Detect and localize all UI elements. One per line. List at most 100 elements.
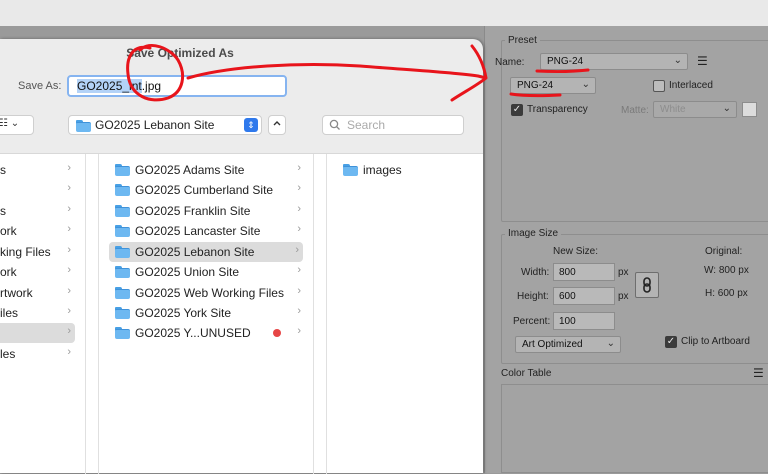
folder-row[interactable]: GO2025 Lancaster Site › bbox=[109, 221, 307, 241]
chevron-right-icon: › bbox=[67, 305, 71, 317]
transparency-checkbox[interactable]: ✓ bbox=[511, 104, 523, 116]
new-size-label: New Size: bbox=[553, 246, 599, 257]
chevron-down-icon: ⌄ bbox=[722, 103, 731, 114]
transparency-label: Transparency bbox=[527, 104, 588, 115]
preset-name-select[interactable]: PNG-24 ⌄ bbox=[540, 53, 688, 70]
color-table-title: Color Table bbox=[501, 368, 552, 379]
collapse-button[interactable] bbox=[268, 115, 286, 135]
chevron-down-icon: ⌄ bbox=[581, 79, 590, 90]
list-item[interactable]: les › bbox=[0, 344, 85, 364]
percent-input[interactable]: 100 bbox=[553, 312, 615, 330]
folder-row[interactable]: GO2025 Web Working Files › bbox=[109, 283, 307, 303]
width-unit: px bbox=[618, 267, 629, 278]
percent-label: Percent: bbox=[513, 316, 551, 327]
filename-selected-text: GO2025_int bbox=[77, 79, 142, 93]
list-item[interactable]: ork › bbox=[0, 262, 85, 282]
preset-title: Preset bbox=[505, 35, 540, 46]
save-for-web-panel: Preset Name: PNG-24 ⌄ ☰ PNG-24 ⌄ Interla… bbox=[484, 26, 768, 473]
filename-extension: .jpg bbox=[141, 79, 162, 93]
folder-icon bbox=[343, 164, 358, 176]
original-height: H: 600 px bbox=[705, 288, 748, 299]
folder-icon bbox=[115, 184, 130, 196]
clip-to-artboard-checkbox[interactable]: ✓ bbox=[665, 336, 677, 348]
folder-row[interactable]: images bbox=[337, 160, 477, 180]
chevron-right-icon: › bbox=[297, 305, 301, 317]
chevron-right-icon: › bbox=[297, 285, 301, 297]
list-item[interactable]: › bbox=[0, 323, 75, 343]
matte-value: White bbox=[660, 104, 686, 115]
list-item[interactable]: s › bbox=[0, 160, 85, 180]
chevron-right-icon: › bbox=[297, 182, 301, 194]
file-format-value: PNG-24 bbox=[517, 80, 554, 91]
chevron-down-icon: ⌄ bbox=[606, 338, 615, 349]
height-unit: px bbox=[618, 291, 629, 302]
link-dimensions-button[interactable] bbox=[635, 272, 659, 298]
preset-name-value: PNG-24 bbox=[547, 56, 584, 67]
chevron-right-icon: › bbox=[67, 346, 71, 358]
list-item[interactable]: ork › bbox=[0, 221, 85, 241]
folder-icon bbox=[76, 120, 91, 132]
filename-input[interactable]: GO2025_int.jpg bbox=[67, 75, 287, 97]
folder-row[interactable]: GO2025 Adams Site › bbox=[109, 160, 307, 180]
folder-row[interactable]: GO2025 Y...UNUSED › bbox=[109, 323, 307, 343]
chevron-right-icon: › bbox=[67, 244, 71, 256]
color-table-area bbox=[501, 384, 768, 473]
sidebar-column: s › › s › ork › king Files › ork › rtwork › il… bbox=[0, 154, 86, 474]
chevron-right-icon: › bbox=[297, 162, 301, 174]
resample-select[interactable]: Art Optimized ⌄ bbox=[515, 336, 621, 353]
location-select[interactable]: GO2025 Lebanon Site ⇕ bbox=[68, 115, 262, 135]
chevron-right-icon: › bbox=[297, 325, 301, 337]
save-dialog: Save Optimized As Save As: GO2025_int.jp… bbox=[0, 39, 483, 474]
search-placeholder: Search bbox=[347, 118, 386, 132]
top-bar bbox=[0, 0, 768, 26]
original-width: W: 800 px bbox=[704, 265, 749, 276]
chain-link-icon bbox=[643, 277, 651, 293]
search-icon bbox=[329, 119, 340, 130]
folder-row[interactable]: GO2025 Union Site › bbox=[109, 262, 307, 282]
chevron-right-icon: › bbox=[67, 162, 71, 174]
width-label: Width: bbox=[521, 267, 550, 278]
chevron-right-icon: › bbox=[67, 223, 71, 235]
interlaced-checkbox[interactable] bbox=[653, 80, 665, 92]
chevron-down-icon: ⌄ bbox=[673, 55, 682, 66]
list-item[interactable]: › bbox=[0, 180, 85, 200]
folder-icon bbox=[115, 287, 130, 299]
list-item[interactable]: s › bbox=[0, 201, 85, 221]
chevron-right-icon: › bbox=[67, 203, 71, 215]
save-as-label: Save As: bbox=[18, 80, 62, 92]
preset-menu-icon[interactable]: ☰ bbox=[697, 54, 708, 68]
chevron-right-icon: › bbox=[67, 285, 71, 297]
matte-select[interactable]: White ⌄ bbox=[653, 101, 737, 118]
file-format-select[interactable]: PNG-24 ⌄ bbox=[510, 77, 596, 94]
dialog-title: Save Optimized As bbox=[126, 46, 234, 60]
view-mode-button[interactable]: ☷ ⌄ bbox=[0, 115, 34, 135]
chevron-right-icon: › bbox=[297, 223, 301, 235]
subfolder-column: images bbox=[326, 154, 483, 474]
folder-row[interactable]: GO2025 Cumberland Site › bbox=[109, 180, 307, 200]
list-item[interactable]: iles › bbox=[0, 303, 85, 323]
chevron-right-icon: › bbox=[297, 203, 301, 215]
matte-color-swatch[interactable] bbox=[742, 102, 757, 117]
chevron-right-icon: › bbox=[297, 264, 301, 276]
chevron-right-icon: › bbox=[67, 325, 71, 337]
folder-row[interactable]: GO2025 York Site › bbox=[109, 303, 307, 323]
width-input[interactable]: 800 bbox=[553, 263, 615, 281]
folder-icon bbox=[115, 164, 130, 176]
folder-icon bbox=[115, 327, 130, 339]
folder-row-selected[interactable]: GO2025 Lebanon Site › bbox=[109, 242, 303, 262]
chevron-right-icon: › bbox=[67, 182, 71, 194]
red-tag-icon bbox=[273, 329, 281, 337]
color-table-menu-icon[interactable]: ☰ bbox=[753, 366, 764, 380]
folder-column: GO2025 Adams Site › GO2025 Cumberland Sit… bbox=[98, 154, 314, 474]
folder-row[interactable]: GO2025 Franklin Site › bbox=[109, 201, 307, 221]
matte-label: Matte: bbox=[621, 105, 649, 116]
search-field[interactable]: Search bbox=[322, 115, 464, 135]
location-value: GO2025 Lebanon Site bbox=[95, 118, 215, 132]
name-label: Name: bbox=[495, 57, 525, 68]
list-item[interactable]: rtwork › bbox=[0, 283, 85, 303]
resample-value: Art Optimized bbox=[522, 339, 583, 350]
list-item[interactable]: king Files › bbox=[0, 242, 85, 262]
height-input[interactable]: 600 bbox=[553, 287, 615, 305]
chevron-right-icon: › bbox=[295, 244, 299, 256]
folder-icon bbox=[115, 205, 130, 217]
